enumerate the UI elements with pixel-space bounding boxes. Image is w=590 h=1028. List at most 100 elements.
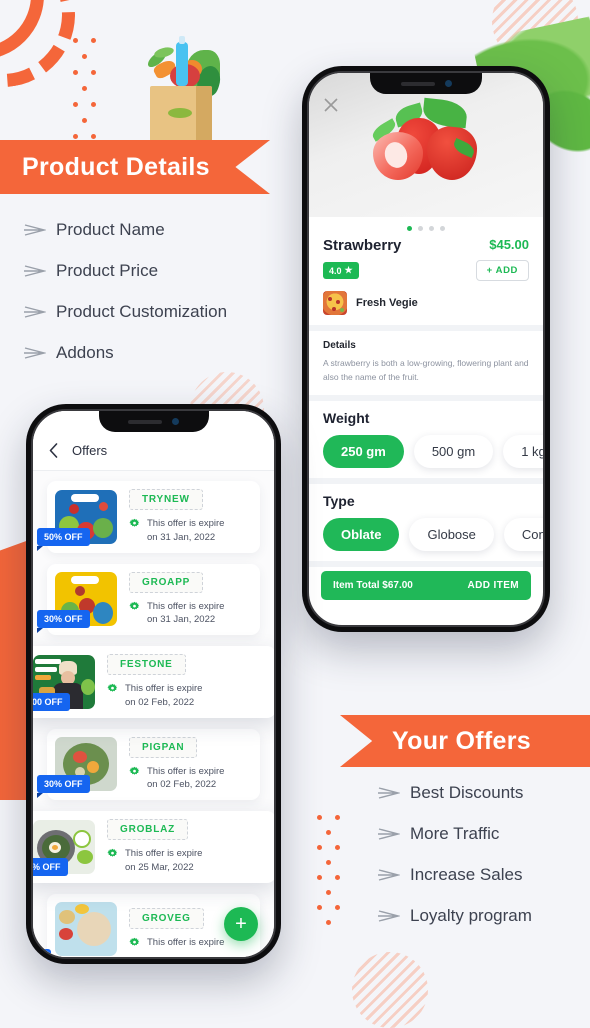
star-icon: ★: [344, 265, 353, 275]
discount-badge: 30% OFF: [37, 775, 90, 799]
product-summary: Strawberry $45.00 4.0 ★ + ADD Fresh Vegi…: [309, 235, 543, 325]
add-item-bar[interactable]: Item Total $67.00 ADD ITEM: [321, 571, 531, 601]
product-name: Strawberry: [323, 237, 402, 254]
rating-badge: 4.0 ★: [323, 262, 359, 279]
rating-value: 4.0: [329, 265, 342, 276]
close-icon[interactable]: [323, 97, 339, 113]
add-offer-fab[interactable]: +: [224, 907, 258, 941]
offer-expiry: This offer is expire: [147, 936, 225, 948]
product-details-feature-list: Product Name Product Price Product Custo…: [24, 220, 284, 384]
your-offers-feature-list: Best Discounts More Traffic Increase Sal…: [378, 783, 590, 947]
gear-icon: [107, 683, 118, 692]
dot-pattern-decoration: [317, 815, 340, 935]
vendor-row[interactable]: Fresh Vegie: [323, 291, 529, 315]
type-option-oblate[interactable]: Oblate: [323, 518, 400, 552]
offer-expiry: This offer is expire on 02 Feb, 2022: [125, 683, 203, 708]
feature-label: Addons: [56, 343, 114, 362]
divider: [309, 561, 543, 568]
page-title: Offers: [72, 443, 108, 458]
feature-label: Product Name: [56, 220, 165, 239]
back-chevron-icon[interactable]: [49, 443, 58, 458]
discount-badge: 50% OFF: [37, 527, 90, 551]
weight-option-250gm[interactable]: 250 gm: [323, 435, 404, 469]
feature-label: More Traffic: [410, 824, 500, 843]
type-option-conic[interactable]: Conic: [503, 518, 543, 552]
image-carousel-dots[interactable]: [309, 217, 543, 235]
feature-label: Product Customization: [56, 302, 228, 321]
weight-option-500gm[interactable]: 500 gm: [413, 435, 494, 469]
offer-card-pigpan[interactable]: 30% OFF PIGPAN This offer is expire on 02…: [37, 728, 260, 801]
offer-expiry: This offer is expire on 02 Feb, 2022: [147, 765, 225, 791]
phone-notch: [98, 411, 209, 432]
offer-code[interactable]: GROVEG: [129, 907, 204, 929]
weight-option-1kg[interactable]: 1 kg: [503, 435, 543, 469]
discount-badge: 30% OFF: [37, 610, 90, 634]
details-description: A strawberry is both a low-growing, flow…: [323, 358, 529, 383]
vendor-name: Fresh Vegie: [356, 297, 418, 309]
add-item-button[interactable]: ADD ITEM: [467, 580, 519, 591]
offer-thumbnail: [55, 901, 117, 956]
type-option-globose[interactable]: Globose: [409, 518, 494, 552]
offers-list: 50% OFF TRYNEW This offer is expire on 31…: [33, 471, 274, 957]
gear-icon: [129, 766, 140, 775]
details-heading: Details: [323, 340, 356, 351]
arrow-bullet-icon: [24, 265, 46, 277]
dashed-arc-decoration: [0, 0, 87, 99]
arc-decoration: [0, 0, 44, 60]
your-offers-banner: Your Offers: [340, 715, 590, 767]
type-option-section: Type Oblate Globose Conic: [309, 484, 543, 561]
weight-heading: Weight: [323, 410, 370, 427]
type-heading: Type: [323, 493, 355, 510]
feature-item: Product Name: [24, 220, 284, 240]
carousel-dot[interactable]: [418, 226, 423, 231]
offer-code[interactable]: GROBLAZ: [107, 819, 189, 841]
offer-card-trynew[interactable]: 50% OFF TRYNEW This offer is expire on 31…: [37, 481, 260, 553]
offer-expiry: This offer is expire on 25 Mar, 2022: [125, 848, 203, 873]
phone-notch: [370, 73, 482, 94]
offer-code[interactable]: PIGPAN: [129, 736, 198, 758]
product-detail-phone: Strawberry $45.00 4.0 ★ + ADD Fresh Vegi…: [302, 66, 550, 632]
arrow-bullet-icon: [24, 347, 46, 359]
feature-label: Best Discounts: [410, 783, 524, 802]
product-hero-image: [309, 73, 543, 217]
gear-icon: [129, 937, 140, 946]
gear-icon: [107, 848, 118, 857]
feature-label: Increase Sales: [410, 865, 523, 884]
offer-card-festone[interactable]: $100 OFF FESTONE This offer is expireon …: [33, 646, 274, 718]
product-details-banner: Product Details: [0, 140, 270, 194]
feature-label: Product Price: [56, 261, 159, 280]
add-button[interactable]: + ADD: [475, 260, 529, 281]
feature-item: More Traffic: [378, 824, 590, 844]
poster-canvas: Product Details Product Name Product Pri…: [0, 0, 590, 1028]
item-total-label: Item Total $67.00: [333, 580, 413, 592]
feature-item: Best Discounts: [378, 783, 590, 803]
gear-icon: [129, 518, 140, 527]
discount-badge: [37, 948, 51, 957]
arrow-bullet-icon: [378, 828, 400, 840]
offer-code[interactable]: FESTONE: [107, 654, 186, 676]
carousel-dot[interactable]: [407, 226, 412, 231]
offer-expiry: This offer is expire on 31 Jan, 2022: [147, 600, 225, 626]
offer-expiry: This offer is expire on 31 Jan, 2022: [147, 518, 225, 543]
gear-icon: [129, 601, 140, 610]
arrow-bullet-icon: [378, 910, 400, 922]
strawberry-image: [365, 97, 487, 192]
carousel-dot[interactable]: [440, 226, 445, 231]
arrow-bullet-icon: [24, 224, 46, 236]
offer-card-groapp[interactable]: 30% OFF GROAPP This offer is expire on 31…: [37, 563, 260, 636]
carousel-dot[interactable]: [429, 226, 434, 231]
product-details-section: Details A strawberry is both a low-growi…: [309, 331, 543, 395]
offer-code[interactable]: GROAPP: [129, 571, 204, 593]
product-details-banner-title: Product Details: [22, 152, 210, 181]
discount-badge: $100 OFF: [33, 692, 70, 711]
offer-card-groblaz[interactable]: 50% OFF GROBLAZ This offer is expireon 2…: [33, 811, 274, 883]
arrow-bullet-icon: [378, 869, 400, 881]
product-price: $45.00: [489, 237, 529, 252]
offers-phone: Offers 50% OFF TRYNEW This offer is expi…: [26, 404, 281, 964]
offer-code[interactable]: TRYNEW: [129, 489, 203, 510]
your-offers-banner-title: Your Offers: [392, 726, 531, 755]
weight-option-section: Weight 250 gm 500 gm 1 kg: [309, 401, 543, 478]
feature-item: Product Customization: [24, 302, 284, 322]
striped-circle-decoration: [492, 0, 578, 64]
striped-circle-decoration: [352, 952, 428, 1028]
